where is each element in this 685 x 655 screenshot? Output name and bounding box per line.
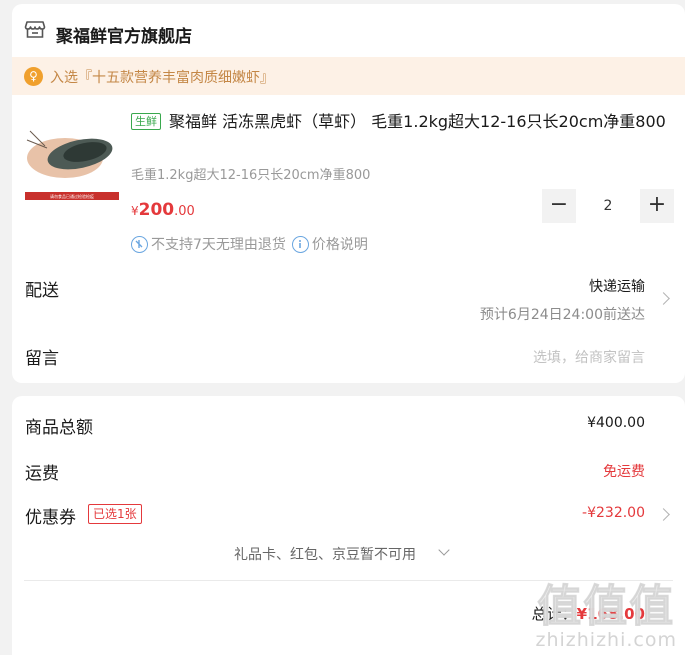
price-integer: 200 xyxy=(138,200,175,220)
svg-text:请勿食品已通过检验检疫: 请勿食品已通过检验检疫 xyxy=(50,193,94,199)
price-symbol: ¥ xyxy=(131,204,139,218)
no-return-text[interactable]: 不支持7天无理由退货 xyxy=(151,234,286,254)
shipping-value: 免运费 xyxy=(603,464,645,480)
coupon-value[interactable]: -¥232.00 xyxy=(582,505,645,521)
ranking-banner[interactable]: ♀ 入选『十五款营养丰富肉质细嫩虾』 xyxy=(12,57,685,95)
grand-total-value: ¥168.00 xyxy=(576,605,645,623)
message-input[interactable]: 选填，给商家留言 xyxy=(533,347,645,367)
fresh-tag: 生鲜 xyxy=(131,113,161,130)
store-icon xyxy=(24,21,46,38)
delivery-method[interactable]: 快递运输 xyxy=(589,276,645,296)
coupon-count-badge: 已选1张 xyxy=(88,504,142,524)
order-item-card: 聚福鲜官方旗舰店 ♀ 入选『十五款营养丰富肉质细嫩虾』 请勿食品已通过检验检疫 … xyxy=(12,4,685,383)
info-icon[interactable] xyxy=(291,235,309,253)
store-name[interactable]: 聚福鲜官方旗舰店 xyxy=(56,22,192,47)
product-spec[interactable]: 毛重1.2kg超大12-16只长20cm净重800 xyxy=(131,164,370,183)
chevron-right-icon[interactable] xyxy=(657,508,670,521)
chevron-down-icon xyxy=(438,544,450,556)
message-label: 留言 xyxy=(25,349,59,369)
price-note-link[interactable]: 价格说明 xyxy=(312,234,368,254)
quantity-stepper: − 2 + xyxy=(542,189,674,223)
award-icon: ♀ xyxy=(24,67,43,86)
quantity-input[interactable]: 2 xyxy=(578,189,638,223)
order-summary-card: 商品总额 ¥400.00 运费 免运费 优惠券 已选1张 -¥232.00 礼品… xyxy=(12,396,685,655)
unavailable-text: 礼品卡、红包、京豆暂不可用 xyxy=(234,547,416,563)
unavailable-payments[interactable]: 礼品卡、红包、京豆暂不可用 xyxy=(234,544,450,564)
divider xyxy=(24,580,673,581)
grand-total: 总计：¥168.00 xyxy=(532,603,645,624)
delivery-label: 配送 xyxy=(25,281,59,301)
chevron-right-icon[interactable] xyxy=(657,292,670,305)
unit-price: ¥200.00 xyxy=(131,200,195,220)
product-title[interactable]: 聚福鲜 活冻黑虎虾（草虾） 毛重1.2kg超大12-16只长20cm净重800 xyxy=(131,109,671,134)
product-image[interactable]: 请勿食品已通过检验检疫 xyxy=(25,116,119,204)
no-return-icon xyxy=(131,235,148,253)
total-label: 商品总额 xyxy=(25,418,93,438)
increase-button[interactable]: + xyxy=(640,189,674,223)
delivery-eta[interactable]: 预计6月24日24:00前送达 xyxy=(480,304,645,324)
banner-text: 入选『十五款营养丰富肉质细嫩虾』 xyxy=(50,70,274,86)
service-notices: 不支持7天无理由退货 价格说明 xyxy=(131,234,368,254)
price-decimal: .00 xyxy=(174,204,195,219)
shipping-label: 运费 xyxy=(25,464,59,484)
grand-total-label: 总计： xyxy=(531,605,577,623)
coupon-label: 优惠券 xyxy=(25,508,76,528)
total-value: ¥400.00 xyxy=(587,415,645,431)
decrease-button[interactable]: − xyxy=(542,189,576,223)
